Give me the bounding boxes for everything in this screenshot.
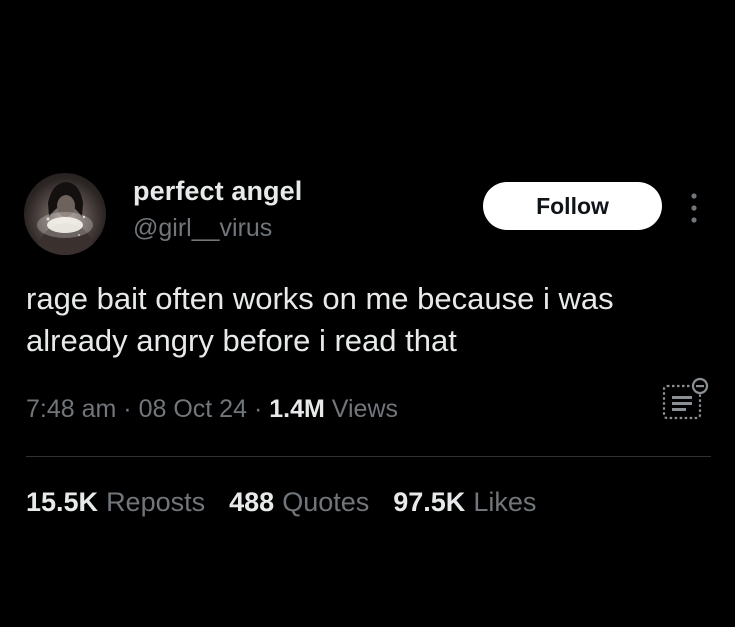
more-vertical-icon <box>691 193 697 223</box>
post-analytics-button[interactable] <box>660 376 710 424</box>
quotes-stat[interactable]: 488 Quotes <box>229 487 369 518</box>
reposts-label: Reposts <box>106 487 206 517</box>
quotes-count: 488 <box>229 487 275 517</box>
likes-count: 97.5K <box>393 487 466 517</box>
meta-separator: · <box>253 395 263 423</box>
views-label: Views <box>331 395 399 423</box>
quotes-label: Quotes <box>282 487 370 517</box>
tweet-meta: 7:48 am · 08 Oct 24 · 1.4M Views <box>26 395 398 424</box>
likes-label: Likes <box>473 487 537 517</box>
tweet-time[interactable]: 7:48 am <box>26 395 116 423</box>
avatar[interactable] <box>24 173 106 255</box>
user-handle[interactable]: @girl__virus <box>133 214 272 243</box>
more-options-button[interactable] <box>682 188 706 228</box>
reposts-count: 15.5K <box>26 487 99 517</box>
tweet-card: perfect angel @girl__virus Follow rage b… <box>0 0 735 627</box>
meta-separator: · <box>123 395 132 423</box>
engagement-stats: 15.5K Reposts 488 Quotes 97.5K Likes <box>26 487 560 518</box>
views-count: 1.4M <box>269 395 325 423</box>
display-name[interactable]: perfect angel <box>133 176 302 207</box>
likes-stat[interactable]: 97.5K Likes <box>393 487 536 518</box>
follow-button[interactable]: Follow <box>483 182 662 230</box>
tweet-date[interactable]: 08 Oct 24 <box>139 395 247 423</box>
tweet-text: rage bait often works on me because i wa… <box>26 281 614 358</box>
avatar-image <box>36 182 96 255</box>
divider <box>26 456 711 457</box>
post-analytics-icon <box>662 377 709 420</box>
reposts-stat[interactable]: 15.5K Reposts <box>26 487 205 518</box>
